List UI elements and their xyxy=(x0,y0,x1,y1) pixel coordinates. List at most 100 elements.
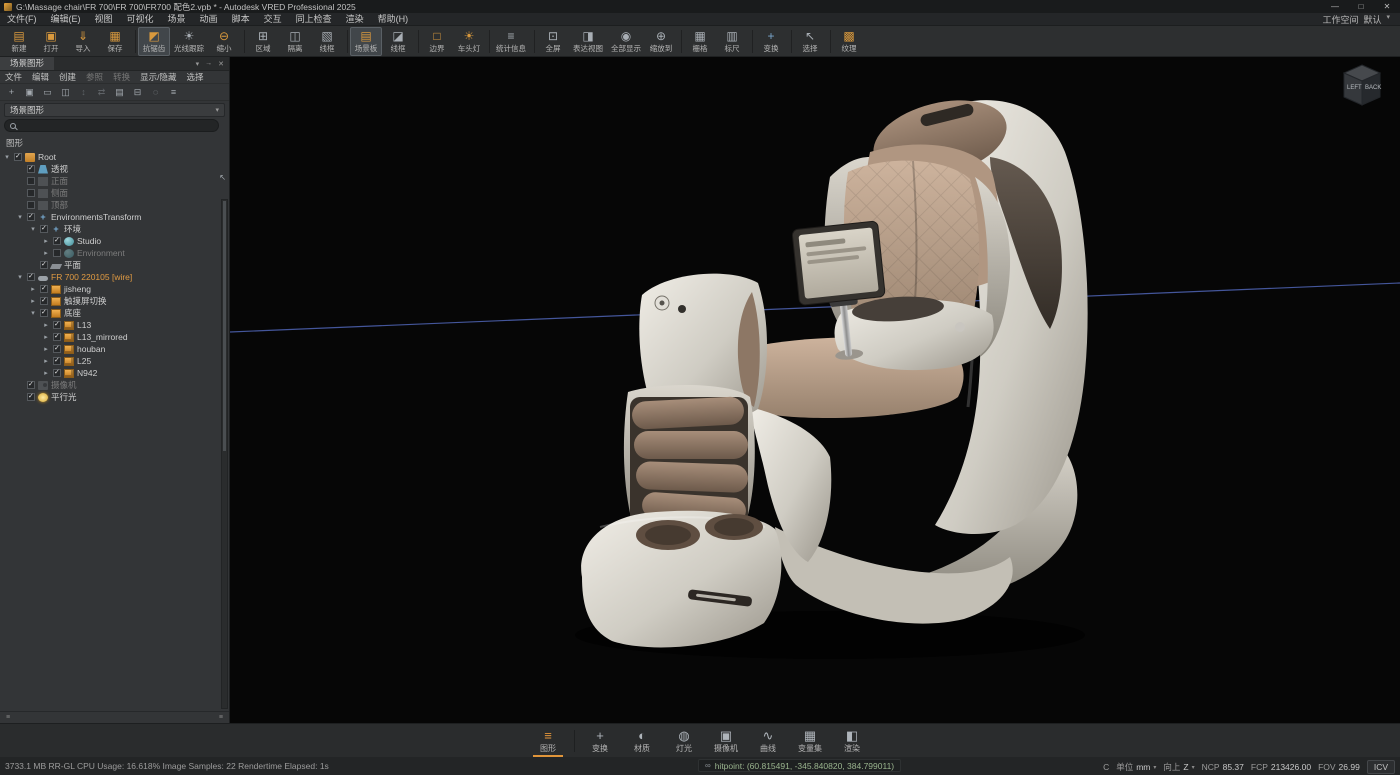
scene-graph-view-select[interactable]: 场景图形 ▾ xyxy=(4,103,225,117)
menu-item[interactable]: 渲染 xyxy=(339,13,371,26)
visibility-checkbox[interactable] xyxy=(53,333,61,341)
panel-close-icon[interactable]: ✕ xyxy=(218,60,224,68)
tree-row[interactable]: 摄像机 xyxy=(0,379,229,391)
search-input[interactable] xyxy=(20,121,213,131)
panel-menu-item[interactable]: 选择 xyxy=(181,71,208,83)
visibility-checkbox[interactable] xyxy=(40,297,48,305)
visibility-checkbox[interactable] xyxy=(27,189,35,197)
unit-select[interactable]: 单位 mm ▾ xyxy=(1116,761,1156,773)
tree-row[interactable]: houban xyxy=(0,343,229,355)
headlight[interactable]: ☀ 车头灯 xyxy=(453,27,485,56)
expand-arrow-icon[interactable] xyxy=(42,321,50,329)
panel-resize-grip[interactable]: ≡≡ xyxy=(0,711,229,723)
region[interactable]: ⊞ 区域 xyxy=(247,27,279,56)
variant-set[interactable]: ▦ 变量集 xyxy=(789,726,831,756)
scene-graph[interactable]: ≡ 图形 xyxy=(527,726,569,756)
tree-row[interactable]: 底座 xyxy=(0,307,229,319)
visibility-checkbox[interactable] xyxy=(27,201,35,209)
tree-row[interactable]: L13_mirrored xyxy=(0,331,229,343)
expand-arrow-icon[interactable] xyxy=(42,249,50,257)
panel-dock-icon[interactable]: ▾ xyxy=(196,60,200,68)
tree-row[interactable]: 平面 xyxy=(0,259,229,271)
menu-item[interactable]: 文件(F) xyxy=(0,13,44,26)
visibility-checkbox[interactable] xyxy=(40,225,48,233)
curve[interactable]: ∿ 曲线 xyxy=(747,726,789,756)
maximize-button[interactable]: □ xyxy=(1348,2,1374,11)
transform[interactable]: + 变换 xyxy=(755,27,787,56)
delete-node[interactable]: ▭ xyxy=(40,85,55,99)
panel-float-icon[interactable]: → xyxy=(205,60,212,68)
panel-menu-item[interactable]: 参照 xyxy=(81,71,108,83)
visibility-checkbox[interactable] xyxy=(53,237,61,245)
expand-arrow-icon[interactable] xyxy=(29,309,37,317)
visibility-checkbox[interactable] xyxy=(27,393,35,401)
menu-item[interactable]: 同上检查 xyxy=(289,13,339,26)
tree-row[interactable]: 顶部 xyxy=(0,199,229,211)
tree-row[interactable]: EnvironmentsTransform xyxy=(0,211,229,223)
up-axis-select[interactable]: 向上 Z ▾ xyxy=(1163,761,1194,773)
menu-item[interactable]: 视图 xyxy=(88,13,120,26)
panel-menu-item[interactable]: 文件 xyxy=(0,71,27,83)
panel-menu-item[interactable]: 显示/隐藏 xyxy=(135,71,181,83)
panel-menu-item[interactable]: 编辑 xyxy=(27,71,54,83)
wirebox[interactable]: ◪ 线框 xyxy=(382,27,414,56)
tree-row[interactable]: jisheng xyxy=(0,283,229,295)
visibility-checkbox[interactable] xyxy=(40,309,48,317)
visibility-checkbox[interactable] xyxy=(53,321,61,329)
boundary[interactable]: □ 边界 xyxy=(421,27,453,56)
expand-arrow-icon[interactable] xyxy=(42,333,50,341)
icv-button[interactable]: ICV xyxy=(1367,760,1395,774)
tree-row[interactable]: 触摸屏切换 xyxy=(0,295,229,307)
visibility-checkbox[interactable] xyxy=(27,177,35,185)
menu-item[interactable]: 编辑(E) xyxy=(44,13,88,26)
material[interactable]: ◐ 材质 xyxy=(621,726,663,756)
light[interactable]: ◍ 灯光 xyxy=(663,726,705,756)
add-group[interactable]: ▣ xyxy=(22,85,37,99)
expand-arrow-icon[interactable] xyxy=(16,273,24,281)
tab-scene-graph[interactable]: 场景图形 xyxy=(0,57,54,70)
tree-row[interactable]: N942 xyxy=(0,367,229,379)
panel-menu-item[interactable]: 创建 xyxy=(54,71,81,83)
zoom-to[interactable]: ⊕ 缩放到 xyxy=(645,27,677,56)
scrollbar-thumb[interactable] xyxy=(223,201,226,451)
show-list[interactable]: ▤ xyxy=(112,85,127,99)
tree-row[interactable]: Root xyxy=(0,151,229,163)
menu-item[interactable]: 可视化 xyxy=(120,13,161,26)
visibility-checkbox[interactable] xyxy=(27,381,35,389)
workspace-selector[interactable]: 工作空间 默认 ▾ xyxy=(1322,13,1400,26)
downscale[interactable]: ⊖ 缩小 xyxy=(208,27,240,56)
duplicate-node[interactable]: ◫ xyxy=(58,85,73,99)
statistics[interactable]: ≡ 统计信息 xyxy=(492,27,530,56)
visibility-checkbox[interactable] xyxy=(27,165,35,173)
visibility-checkbox[interactable] xyxy=(53,357,61,365)
panel-scrollbar[interactable] xyxy=(221,199,228,709)
menu-item[interactable]: 帮助(H) xyxy=(371,13,416,26)
texture[interactable]: ▩ 纹理 xyxy=(833,27,865,56)
select[interactable]: ↖ 选择 xyxy=(794,27,826,56)
raytrace[interactable]: ☀ 光线跟踪 xyxy=(170,27,208,56)
visibility-checkbox[interactable] xyxy=(27,273,35,281)
expand-arrow-icon[interactable] xyxy=(42,345,50,353)
tree-row[interactable]: FR 700 220105 [wire] xyxy=(0,271,229,283)
expand-arrow-icon[interactable] xyxy=(3,153,11,161)
tree-row[interactable]: Studio xyxy=(0,235,229,247)
menu-item[interactable]: 场景 xyxy=(161,13,193,26)
convert-node[interactable]: ⇄ xyxy=(94,85,109,99)
isolate-node[interactable]: ◌ xyxy=(148,85,163,99)
visibility-checkbox[interactable] xyxy=(53,345,61,353)
visibility-checkbox[interactable] xyxy=(27,213,35,221)
tree-row[interactable]: 透视 xyxy=(0,163,229,175)
minimize-button[interactable]: — xyxy=(1322,2,1348,11)
save[interactable]: ▦ 保存 xyxy=(99,27,131,56)
transform[interactable]: + 变换 xyxy=(579,726,621,756)
expand-arrow-icon[interactable] xyxy=(42,357,50,365)
tree-row[interactable]: 正面 xyxy=(0,175,229,187)
move-node[interactable]: ↕ xyxy=(76,85,91,99)
tree-row[interactable]: 平行光 xyxy=(0,391,229,403)
fullscreen[interactable]: ⊡ 全屏 xyxy=(537,27,569,56)
sceneplate[interactable]: ▤ 场景板 xyxy=(350,27,382,56)
import[interactable]: ⇓ 导入 xyxy=(67,27,99,56)
camera[interactable]: ▣ 摄像机 xyxy=(705,726,747,756)
antialias[interactable]: ◩ 抗锯齿 xyxy=(138,27,170,56)
visibility-checkbox[interactable] xyxy=(53,369,61,377)
